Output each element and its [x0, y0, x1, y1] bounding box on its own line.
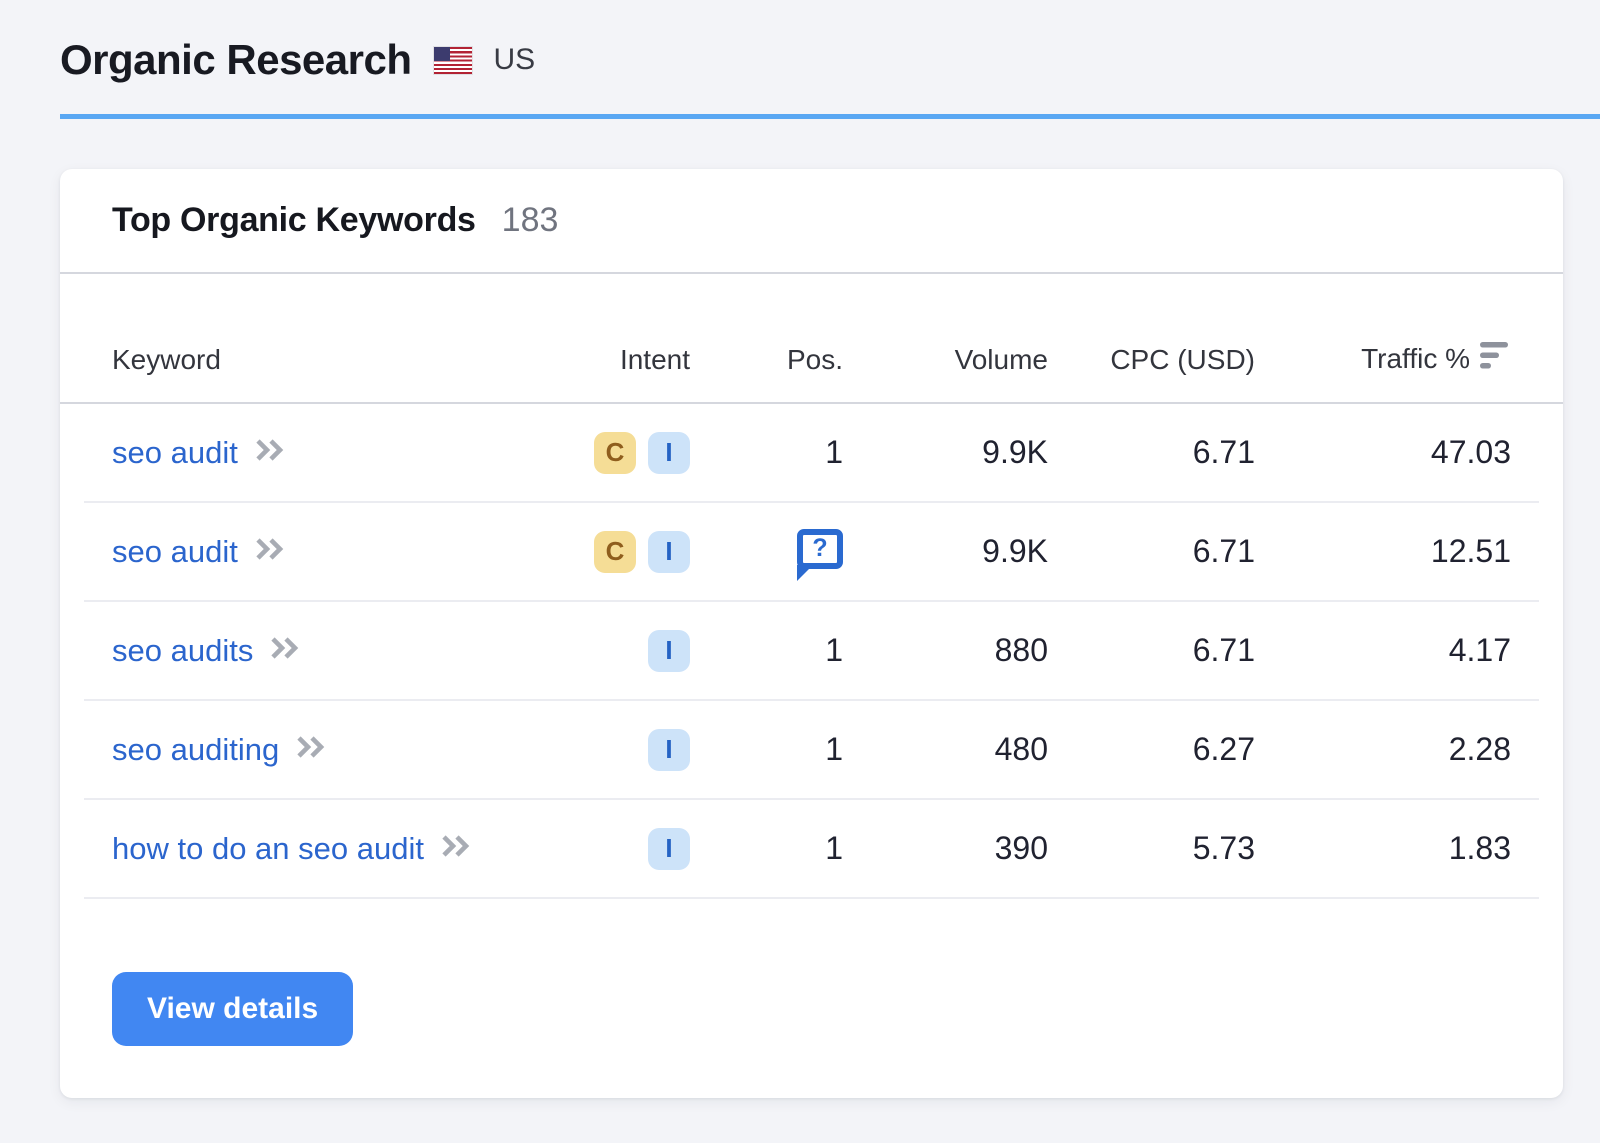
intent-badge-commercial[interactable]: C [594, 531, 636, 573]
double-chevron-right-icon [254, 536, 286, 567]
intent-badge-informational[interactable]: I [648, 531, 690, 573]
sort-descending-icon[interactable] [1480, 342, 1511, 376]
table-row: how to do an seo audit I 1 390 5.73 1.83 [84, 800, 1539, 899]
table-row: seo audits I 1 880 6.71 4.17 [84, 602, 1539, 701]
position-value: 1 [690, 434, 843, 471]
traffic-value: 47.03 [1255, 434, 1511, 471]
table-row: seo auditing I 1 480 6.27 2.28 [84, 701, 1539, 800]
table-body: seo audit C I 1 9.9K 6.71 47.03 seo audi… [84, 404, 1539, 899]
column-header-cpc[interactable]: CPC (USD) [1048, 345, 1255, 376]
card-title: Top Organic Keywords [112, 201, 476, 240]
active-tab-underline [60, 114, 1600, 119]
cpc-value: 6.71 [1048, 533, 1255, 570]
column-header-keyword[interactable]: Keyword [84, 345, 520, 376]
table-header-row: Keyword Intent Pos. Volume CPC (USD) Tra… [60, 274, 1563, 404]
keyword-count: 183 [502, 201, 559, 240]
traffic-value: 2.28 [1255, 731, 1511, 768]
column-header-traffic[interactable]: Traffic % [1255, 342, 1511, 376]
intent-badge-informational[interactable]: I [648, 432, 690, 474]
keyword-link[interactable]: seo auditing [112, 732, 279, 768]
double-chevron-right-icon [269, 635, 301, 666]
keyword-link[interactable]: seo audits [112, 633, 253, 669]
cpc-value: 5.73 [1048, 830, 1255, 867]
position-value: 1 [690, 830, 843, 867]
column-header-volume[interactable]: Volume [843, 345, 1048, 376]
cpc-value: 6.71 [1048, 632, 1255, 669]
card-footer: View details [60, 899, 1563, 1046]
double-chevron-right-icon [440, 833, 472, 864]
column-header-traffic-label: Traffic % [1361, 344, 1470, 375]
keyword-link[interactable]: how to do an seo audit [112, 831, 424, 867]
traffic-value: 1.83 [1255, 830, 1511, 867]
volume-value: 480 [843, 731, 1048, 768]
position-value: 1 [690, 632, 843, 669]
intent-badge-informational[interactable]: I [648, 828, 690, 870]
column-header-pos[interactable]: Pos. [690, 345, 843, 376]
double-chevron-right-icon [295, 734, 327, 765]
us-flag-icon [434, 47, 472, 74]
volume-value: 880 [843, 632, 1048, 669]
cpc-value: 6.27 [1048, 731, 1255, 768]
intent-badge-informational[interactable]: I [648, 630, 690, 672]
keyword-link[interactable]: seo audit [112, 534, 238, 570]
region-label: US [494, 43, 536, 77]
volume-value: 9.9K [843, 533, 1048, 570]
table-row: seo audit C I 1 9.9K 6.71 47.03 [84, 404, 1539, 503]
position-value: 1 [690, 731, 843, 768]
volume-value: 390 [843, 830, 1048, 867]
page-header: Organic Research US [0, 0, 1600, 84]
page-title: Organic Research [60, 36, 412, 84]
traffic-value: 4.17 [1255, 632, 1511, 669]
card-header: Top Organic Keywords 183 [60, 169, 1563, 274]
volume-value: 9.9K [843, 434, 1048, 471]
keyword-link[interactable]: seo audit [112, 435, 238, 471]
view-details-button[interactable]: View details [112, 972, 353, 1046]
intent-badge-informational[interactable]: I [648, 729, 690, 771]
top-organic-keywords-card: Top Organic Keywords 183 Keyword Intent … [60, 169, 1563, 1098]
question-bubble-icon[interactable]: ? [797, 529, 843, 569]
cpc-value: 6.71 [1048, 434, 1255, 471]
intent-badge-commercial[interactable]: C [594, 432, 636, 474]
double-chevron-right-icon [254, 437, 286, 468]
column-header-intent[interactable]: Intent [520, 345, 690, 376]
traffic-value: 12.51 [1255, 533, 1511, 570]
table-row: seo audit C I ? 9.9K 6.71 12.51 [84, 503, 1539, 602]
